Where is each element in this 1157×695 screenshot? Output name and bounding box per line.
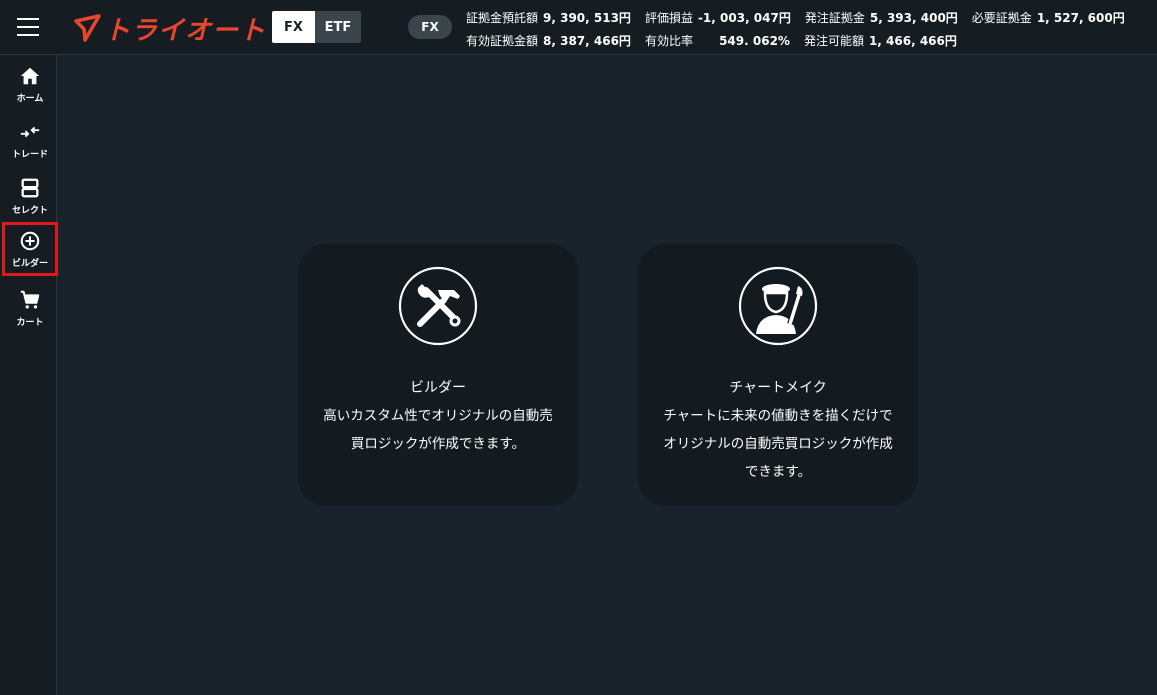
chart-make-card[interactable]: チャートメイク チャートに未来の値動きを描くだけで オリジナルの自動売買ロジック… bbox=[638, 244, 918, 506]
cart-icon bbox=[20, 290, 40, 309]
card-description: 高いカスタム性でオリジナルの自動売 買ロジックが作成できます。 bbox=[323, 408, 553, 452]
app-logo[interactable]: トライオート bbox=[72, 11, 267, 46]
stat-deposit: 証拠金預託額 9, 390, 513円 bbox=[466, 11, 631, 25]
stat-required-margin: 必要証拠金 1, 527, 600円 bbox=[971, 11, 1125, 25]
card-title: チャートメイク bbox=[729, 380, 827, 396]
segment-etf[interactable]: ETF bbox=[315, 11, 361, 43]
stat-effective-margin: 有効証拠金額 8, 387, 466円 bbox=[466, 34, 631, 48]
sidebar-item-builder[interactable]: ビルダー bbox=[2, 222, 58, 276]
artist-icon bbox=[738, 266, 818, 346]
account-stats: 証拠金預託額 9, 390, 513円 評価損益 -1, 003, 047円 発… bbox=[466, 7, 1139, 53]
sidebar-item-select[interactable]: セレクト bbox=[2, 169, 58, 223]
sidebar-item-cart[interactable]: カート bbox=[2, 281, 58, 335]
logo-text: トライオート bbox=[104, 15, 267, 46]
product-toggle: FX ETF bbox=[272, 11, 361, 43]
segment-fx[interactable]: FX bbox=[272, 11, 315, 43]
hamburger-menu-icon[interactable] bbox=[15, 16, 41, 38]
card-description: チャートに未来の値動きを描くだけで オリジナルの自動売買ロジックが作成 できます… bbox=[663, 408, 893, 480]
select-icon bbox=[21, 178, 39, 197]
stat-unrealized-pl: 評価損益 -1, 003, 047円 bbox=[644, 11, 791, 25]
wrench-hammer-icon bbox=[398, 266, 478, 346]
card-title: ビルダー bbox=[410, 380, 466, 396]
stats-row-2: 有効証拠金額 8, 387, 466円 有効比率 549. 062% 発注可能額… bbox=[466, 30, 1139, 53]
trade-arrows-icon bbox=[20, 126, 40, 137]
mode-pill: FX bbox=[408, 15, 452, 39]
stat-order-margin: 発注証拠金 5, 393, 400円 bbox=[804, 11, 958, 25]
top-bar: トライオート FX ETF FX 証拠金預託額 9, 390, 513円 評価損… bbox=[0, 0, 1157, 55]
sidebar: ホーム トレード セレクト ビルダー カート bbox=[0, 55, 58, 695]
stats-row-1: 証拠金預託額 9, 390, 513円 評価損益 -1, 003, 047円 発… bbox=[466, 7, 1139, 30]
sidebar-item-home[interactable]: ホーム bbox=[2, 57, 58, 111]
plus-circle-icon bbox=[20, 231, 40, 250]
stat-effective-ratio: 有効比率 549. 062% bbox=[644, 34, 790, 48]
builder-card[interactable]: ビルダー 高いカスタム性でオリジナルの自動売 買ロジックが作成できます。 bbox=[298, 244, 578, 506]
logo-mark-icon bbox=[74, 14, 101, 42]
sidebar-item-trade[interactable]: トレード bbox=[2, 113, 58, 167]
stat-orderable-amount: 発注可能額 1, 466, 466円 bbox=[803, 34, 957, 48]
home-icon bbox=[20, 67, 40, 84]
